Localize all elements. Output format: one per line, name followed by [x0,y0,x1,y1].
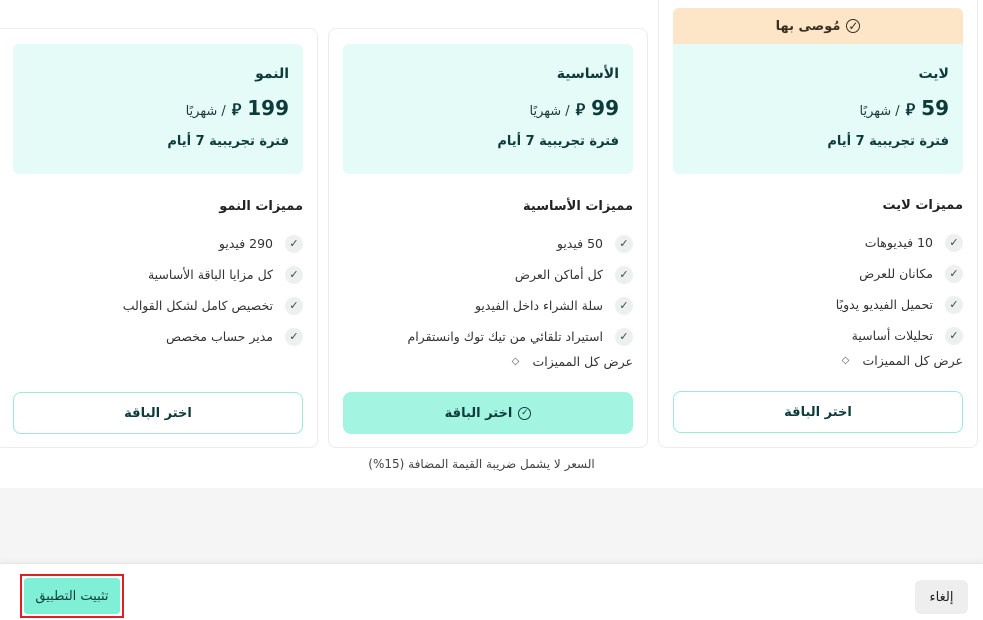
riyal-icon: ⃁ [575,100,586,119]
plan-name-basic: الأساسية [556,66,619,82]
choose-plan-label: اختر الباقة [784,404,852,420]
check-icon: ✓ [285,234,303,253]
plan-card-lite: ✓ مُوصى بها لايت 59 ⃁ / شهريًا فترة تجري… [658,0,978,448]
price-amount: 99 [591,96,619,120]
chevron-up-down-icon: ◇ [841,355,850,366]
plan-price-lite: 59 ⃁ / شهريًا [687,96,949,120]
check-icon: ✓ [615,296,633,315]
price-amount: 199 [247,96,289,120]
check-icon: ✓ [945,326,963,345]
choose-plan-label: اختر الباقة [444,405,513,421]
price-period: / شهريًا [529,104,570,119]
trial-label: فترة تجريبية 7 أيام [497,134,619,149]
cancel-button[interactable]: إلغاء [915,580,968,614]
feature-text: سلة الشراء داخل الفيديو [474,298,603,313]
plan-price-basic: 99 ⃁ / شهريًا [357,96,619,120]
plan-name-lite: لايت [918,66,949,82]
install-app-label: تثبيت التطبيق [35,588,109,604]
plan-price-growth: 199 ⃁ / شهريًا [27,96,289,120]
vat-note: السعر لا يشمل ضريبة القيمة المضافة (15%) [0,457,983,471]
feature-text: تخصيص كامل لشكل القوالب [122,298,273,313]
list-item: ✓ تحليلات أساسية [673,320,963,351]
list-item: ✓ تحميل الفيديو يدويًا [673,289,963,320]
price-amount: 59 [921,96,949,120]
feature-text: 290 فيديو [218,236,273,251]
features-title-lite: مميزات لايت [882,198,963,213]
check-icon: ✓ [285,296,303,315]
trial-label: فترة تجريبية 7 أيام [827,134,949,149]
list-item: ✓ سلة الشراء داخل الفيديو [343,290,633,321]
feature-text: كل أماكن العرض [514,267,603,282]
price-period: / شهريًا [185,104,226,119]
recommended-label: مُوصى بها [775,18,841,34]
list-item: ✓ 50 فيديو [343,228,633,259]
features-title-basic: مميزات الأساسية [523,199,633,214]
list-item: ✓ تخصيص كامل لشكل القوالب [13,290,303,321]
show-all-label: عرض كل المميزات [532,354,633,369]
list-item: ✓ مدير حساب مخصص [13,321,303,352]
check-icon: ✓ [615,234,633,253]
check-icon: ✓ [285,265,303,284]
check-icon: ✓ [945,295,963,314]
show-all-features-basic[interactable]: عرض كل المميزات ◇ [509,354,633,369]
vat-note-text: السعر لا يشمل ضريبة القيمة المضافة (15%) [368,457,595,471]
feature-text: 50 فيديو [556,236,603,251]
check-circle-icon: ✓ [846,19,861,33]
list-item: ✓ 290 فيديو [13,228,303,259]
check-icon: ✓ [945,233,963,252]
list-item: ✓ مكانان للعرض [673,258,963,289]
plan-card-basic: الأساسية 99 ⃁ / شهريًا فترة تجريبية 7 أي… [328,28,648,448]
plan-header-growth: النمو 199 ⃁ / شهريًا فترة تجريبية 7 أيام [13,44,303,174]
choose-plan-label: اختر الباقة [124,405,192,421]
show-all-label: عرض كل المميزات [862,353,963,368]
check-circle-icon: ✓ [518,406,532,420]
riyal-icon: ⃁ [231,100,242,119]
install-app-button[interactable]: تثبيت التطبيق [20,574,124,618]
show-all-features-lite[interactable]: عرض كل المميزات ◇ [839,353,963,368]
feature-text: تحميل الفيديو يدويًا [835,297,933,312]
pricing-page: ✓ مُوصى بها لايت 59 ⃁ / شهريًا فترة تجري… [0,0,983,620]
plan-name-growth: النمو [255,66,289,82]
plan-header-basic: الأساسية 99 ⃁ / شهريًا فترة تجريبية 7 أي… [343,44,633,174]
check-icon: ✓ [615,327,633,346]
list-item: ✓ استيراد تلقائي من تيك توك وانستقرام [343,321,633,352]
feature-text: مكانان للعرض [859,266,933,281]
riyal-icon: ⃁ [905,100,916,119]
choose-plan-button-lite[interactable]: اختر الباقة [673,391,963,433]
features-list-lite: ✓ 10 فيديوهات ✓ مكانان للعرض ✓ تحميل الفيدي… [673,227,963,351]
feature-text: مدير حساب مخصص [166,329,273,344]
trial-label: فترة تجريبية 7 أيام [167,134,289,149]
footer-bar: تثبيت التطبيق إلغاء [0,563,983,620]
choose-plan-button-growth[interactable]: اختر الباقة [13,392,303,434]
feature-text: استيراد تلقائي من تيك توك وانستقرام [407,329,603,344]
check-icon: ✓ [285,327,303,346]
list-item: ✓ كل مزايا الباقة الأساسية [13,259,303,290]
plan-card-growth: النمو 199 ⃁ / شهريًا فترة تجريبية 7 أيام… [0,28,318,448]
chevron-up-down-icon: ◇ [511,356,520,367]
features-list-growth: ✓ 290 فيديو ✓ كل مزايا الباقة الأساسية ✓ تخ… [13,228,303,352]
page-background [0,488,983,563]
features-list-basic: ✓ 50 فيديو ✓ كل أماكن العرض ✓ سلة الشراء دا… [343,228,633,352]
price-period: / شهريًا [859,104,900,119]
cancel-label: إلغاء [929,589,954,605]
feature-text: تحليلات أساسية [851,328,933,343]
feature-text: 10 فيديوهات [864,235,933,250]
recommended-badge: ✓ مُوصى بها [673,8,963,44]
plan-header-lite: ✓ مُوصى بها لايت 59 ⃁ / شهريًا فترة تجري… [673,8,963,174]
list-item: ✓ 10 فيديوهات [673,227,963,258]
check-icon: ✓ [945,264,963,283]
choose-plan-button-basic[interactable]: ✓ اختر الباقة [343,392,633,434]
list-item: ✓ كل أماكن العرض [343,259,633,290]
features-title-growth: مميزات النمو [219,199,303,214]
feature-text: كل مزايا الباقة الأساسية [147,267,273,282]
check-icon: ✓ [615,265,633,284]
